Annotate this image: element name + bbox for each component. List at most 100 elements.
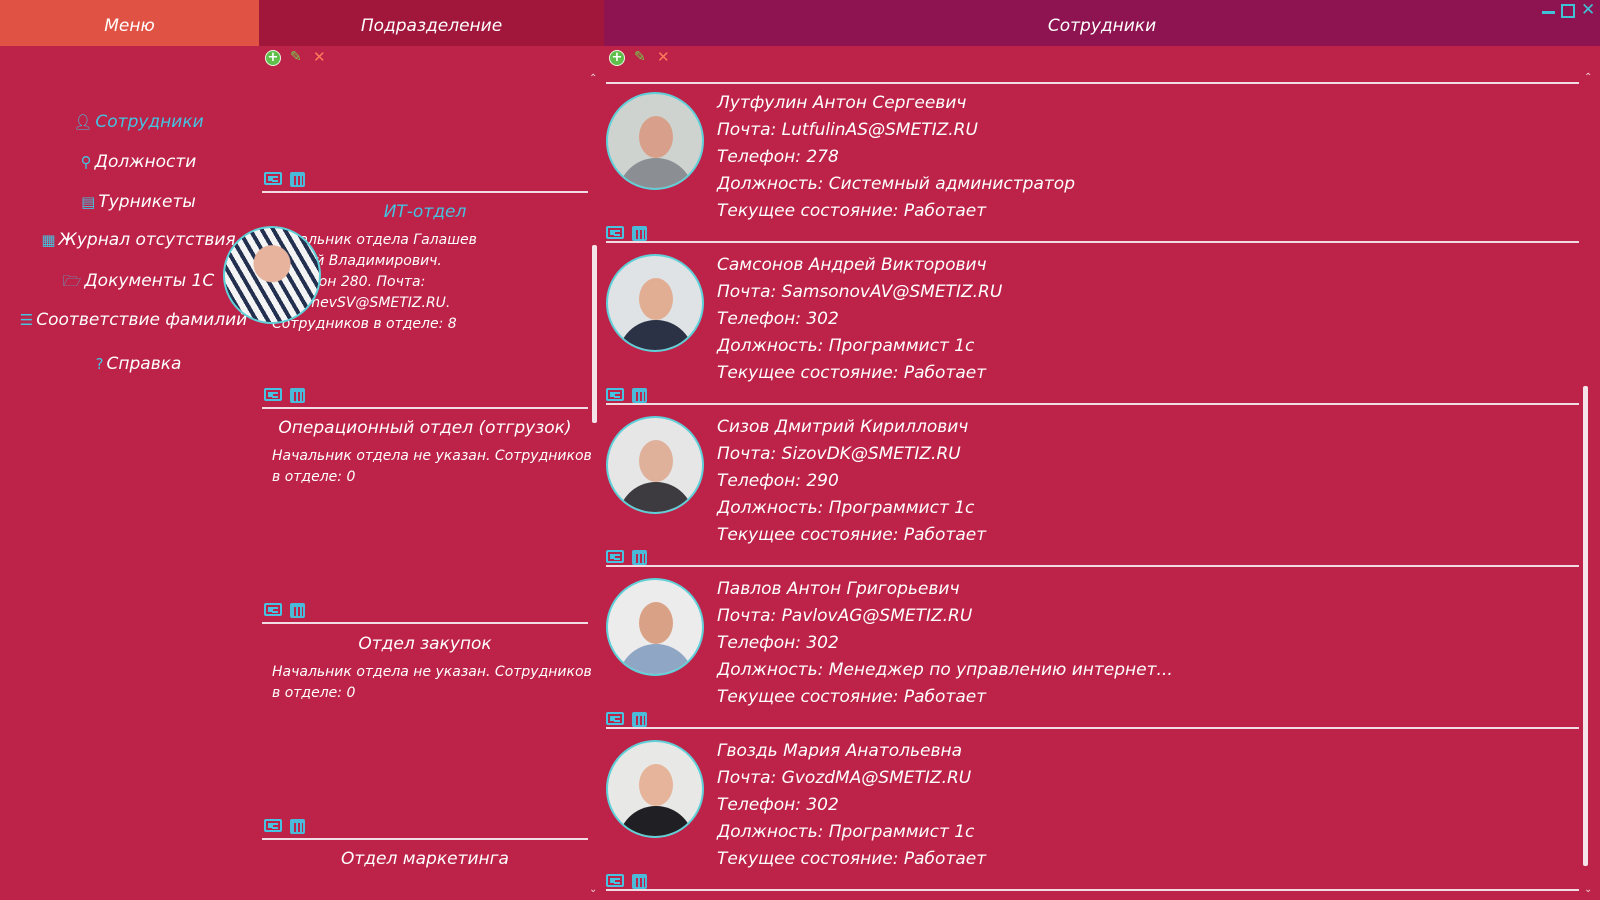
maximize-icon[interactable] xyxy=(1561,4,1575,18)
add-employee-icon[interactable]: + xyxy=(609,50,625,66)
folder-open-icon: 🗁︎ xyxy=(62,272,82,290)
id-card-icon[interactable] xyxy=(264,172,282,185)
employee-status: Текущее состояние: Работает xyxy=(717,525,987,545)
scroll-up-icon[interactable]: ⌃ xyxy=(1584,72,1592,83)
menu-item-label: Сотрудники xyxy=(95,112,204,132)
calendar-icon[interactable] xyxy=(632,874,647,889)
department-info: Начальник отдела не указан. Сотрудников … xyxy=(272,446,592,488)
employees-header: Сотрудники xyxy=(604,0,1600,46)
scroll-down-icon[interactable]: ⌄ xyxy=(589,884,597,895)
divider xyxy=(606,82,1579,84)
id-card-icon[interactable] xyxy=(606,550,624,563)
employee-phone: Телефон: 290 xyxy=(717,471,839,491)
employee-name: Гвоздь Мария Анатольевна xyxy=(717,741,963,761)
id-card-icon[interactable] xyxy=(606,712,624,725)
employee-avatar xyxy=(606,740,704,838)
employee-status: Текущее состояние: Работает xyxy=(717,687,987,707)
calendar-icon[interactable] xyxy=(290,603,305,618)
id-card-icon[interactable] xyxy=(606,226,624,239)
employee-avatar xyxy=(606,92,704,190)
department-title[interactable]: Отдел закупок xyxy=(262,634,588,654)
avatar-face xyxy=(639,116,673,158)
close-icon[interactable]: ✕ xyxy=(1581,2,1595,19)
employee-phone: Телефон: 302 xyxy=(717,633,839,653)
divider xyxy=(606,889,1579,891)
avatar-body xyxy=(618,806,694,836)
department-actions xyxy=(264,172,305,187)
edit-department-icon[interactable]: ✎ xyxy=(290,50,304,64)
menu-item-turnstiles[interactable]: ▤ Турникеты xyxy=(0,192,277,212)
department-actions xyxy=(264,388,305,403)
menu-item-label: Журнал отсутствия xyxy=(58,230,236,250)
info-line: в отделе: 0 xyxy=(272,685,356,701)
info-line: Начальник отдела не указан. Сотрудников xyxy=(272,448,592,464)
id-card-icon[interactable] xyxy=(606,874,624,887)
id-card-icon[interactable] xyxy=(264,388,282,401)
id-card-icon[interactable] xyxy=(606,388,624,401)
calendar-icon[interactable] xyxy=(632,388,647,403)
avatar-face xyxy=(639,764,673,806)
menu-item-name-mapping[interactable]: ☰ Соответствие фамилий xyxy=(0,310,272,330)
divider xyxy=(262,838,588,840)
menu-item-employees[interactable]: 👤︎ Сотрудники xyxy=(0,112,277,132)
minimize-icon[interactable] xyxy=(1542,4,1555,14)
menu-item-positions[interactable]: ⚲ Должности xyxy=(0,152,277,172)
employee-name: Сизов Дмитрий Кириллович xyxy=(717,417,969,437)
employee-position: Должность: Программист 1с xyxy=(717,498,975,518)
delete-department-icon[interactable]: ✕ xyxy=(313,50,327,65)
scroll-down-icon[interactable]: ⌄ xyxy=(1584,884,1592,895)
id-card-icon[interactable] xyxy=(264,603,282,616)
avatar-face xyxy=(639,278,673,320)
employee-status: Текущее состояние: Работает xyxy=(717,849,987,869)
calendar-icon[interactable] xyxy=(290,388,305,403)
avatar-body xyxy=(618,158,694,188)
employee-details: Лутфулин Антон Сергеевич Почта: LutfulinA… xyxy=(717,90,1075,225)
divider xyxy=(606,727,1579,729)
department-info: Начальник отдела не указан. Сотрудников … xyxy=(272,662,592,704)
divider xyxy=(262,622,588,624)
divider xyxy=(262,191,588,193)
employee-avatar xyxy=(606,416,704,514)
info-line: Начальник отдела не указан. Сотрудников xyxy=(272,664,592,680)
employee-avatar xyxy=(606,578,704,676)
calendar-icon[interactable] xyxy=(632,550,647,565)
employee-list: Лутфулин Антон Сергеевич Почта: LutfulinA… xyxy=(604,70,1579,900)
employee-details: Самсонов Андрей Викторович Почта: Samsono… xyxy=(717,252,1002,387)
divider xyxy=(606,565,1579,567)
department-title[interactable]: Операционный отдел (отгрузок) xyxy=(262,418,588,438)
menu-item-label: Должности xyxy=(94,152,197,172)
department-scrollbar[interactable] xyxy=(592,245,597,423)
department-header: Подразделение xyxy=(259,0,604,46)
calendar-icon[interactable] xyxy=(290,172,305,187)
employee-position: Должность: Программист 1с xyxy=(717,822,975,842)
employee-status: Текущее состояние: Работает xyxy=(717,201,987,221)
department-title[interactable]: Отдел маркетинга xyxy=(262,849,588,869)
menu-item-help[interactable]: ? Справка xyxy=(0,354,277,374)
edit-employee-icon[interactable]: ✎ xyxy=(634,50,648,64)
department-head-photo xyxy=(223,226,321,324)
employee-position: Должность: Программист 1с xyxy=(717,336,975,356)
department-title[interactable]: ИТ-отдел xyxy=(262,202,588,222)
info-line: в отделе: 0 xyxy=(272,469,356,485)
employee-avatar xyxy=(606,254,704,352)
calendar-icon[interactable] xyxy=(290,819,305,834)
employee-details: Павлов Антон Григорьевич Почта: PavlovAG@… xyxy=(717,576,1173,711)
employee-scrollbar[interactable] xyxy=(1583,386,1588,866)
user-icon: 👤︎ xyxy=(73,113,93,131)
employee-details: Сизов Дмитрий Кириллович Почта: SizovDK@S… xyxy=(717,414,986,549)
employee-email: Почта: PavlovAG@SMETIZ.RU xyxy=(717,606,973,626)
calendar-icon[interactable] xyxy=(632,226,647,241)
add-department-icon[interactable]: + xyxy=(265,50,281,66)
id-card-icon[interactable] xyxy=(264,819,282,832)
department-actions xyxy=(264,603,305,618)
employee-details: Гвоздь Мария Анатольевна Почта: GvozdMA@S… xyxy=(717,738,986,873)
department-actions xyxy=(264,819,305,834)
menu-header: Меню xyxy=(0,0,259,46)
calendar-icon[interactable] xyxy=(632,712,647,727)
delete-employee-icon[interactable]: ✕ xyxy=(657,50,671,65)
menu-item-label: Справка xyxy=(106,354,182,374)
divider xyxy=(262,407,588,409)
divider xyxy=(606,241,1579,243)
window-controls: ✕ xyxy=(1542,2,1595,19)
scroll-up-icon[interactable]: ⌃ xyxy=(589,73,597,84)
